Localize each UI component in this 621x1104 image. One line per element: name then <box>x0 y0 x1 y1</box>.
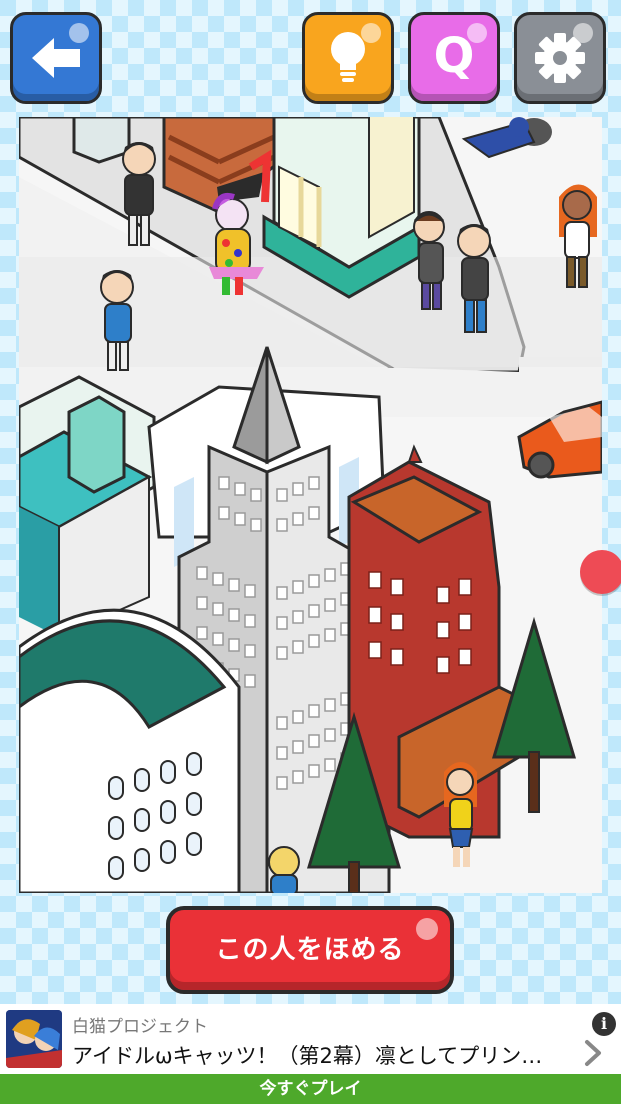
button-shine <box>69 23 89 43</box>
game-scene[interactable] <box>19 117 602 893</box>
person-blonde <box>268 846 300 893</box>
dome-building <box>19 608 241 893</box>
isometric-city-scene <box>19 117 602 893</box>
chevron-right-icon[interactable] <box>580 1038 606 1068</box>
settings-button[interactable] <box>514 12 606 104</box>
ad-title[interactable]: アイドルωキャッツ！（第2幕）凛としてプリン… <box>72 1040 562 1070</box>
teal-roof-building <box>19 375 156 639</box>
praise-this-person-button[interactable]: この人をほめる <box>166 906 454 994</box>
button-shine <box>361 23 381 43</box>
ad-source: 白猫プロジェクト <box>72 1017 208 1037</box>
ad-thumbnail <box>6 1010 62 1068</box>
side-scroll-indicator[interactable] <box>580 550 621 594</box>
praise-button-label: この人をほめる <box>215 934 405 965</box>
back-button[interactable] <box>10 12 102 104</box>
hint-button[interactable] <box>302 12 394 104</box>
button-shine <box>573 23 593 43</box>
play-now-button[interactable]: 今すぐプレイ <box>0 1074 621 1104</box>
button-shine <box>416 918 438 940</box>
building-small-top <box>72 117 131 164</box>
ad-banner[interactable]: 白猫プロジェクト アイドルωキャッツ！（第2幕）凛としてプリン… i <box>0 1004 621 1074</box>
info-icon[interactable]: i <box>592 1012 616 1036</box>
quiz-letter: Q <box>433 28 475 84</box>
quiz-button[interactable]: Q <box>408 12 500 104</box>
